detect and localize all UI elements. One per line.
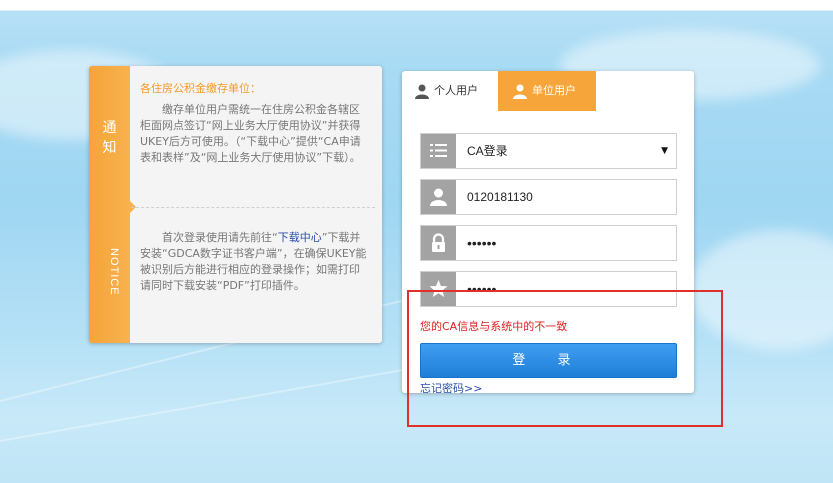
tab-personal-user[interactable]: 个人用户 (410, 71, 498, 111)
notice-divider (131, 207, 375, 208)
user-icon (415, 84, 429, 99)
login-type-value: CA登录 (467, 144, 508, 158)
login-type-select[interactable]: CA登录 ▼ (420, 133, 677, 169)
notice-panel: 通 知 NOTICE 各住房公积金缴存单位： 缴存单位用户需统一在住房公积金各辖… (89, 66, 382, 343)
notice-title: 各住房公积金缴存单位： (140, 82, 261, 95)
chevron-down-icon: ▼ (661, 146, 668, 156)
notice-paragraph-1: 缴存单位用户需统一在住房公积金各辖区柜面网点签订“网上业务大厅使用协议”并获得U… (140, 103, 361, 164)
notice-label-en: NOTICE (108, 248, 120, 296)
download-center-link[interactable]: 下载中心 (278, 231, 322, 244)
user-icon (513, 84, 527, 99)
highlight-box (407, 290, 723, 427)
username-value: 0120181130 (467, 190, 533, 204)
notice-paragraph-2: 首次登录使用请先前往“下载中心”下载并安装“GDCA数字证书客户端”，在确保UK… (140, 230, 368, 294)
username-field[interactable]: 0120181130 (420, 179, 677, 215)
tab-label: 单位用户 (532, 84, 576, 97)
password-value: •••••• (467, 235, 497, 251)
tab-label: 个人用户 (434, 84, 478, 97)
notice-side-bar: 通 知 NOTICE (89, 66, 130, 343)
user-type-tabs: 个人用户 单位用户 (402, 71, 694, 111)
list-icon (421, 134, 456, 168)
lock-icon (421, 226, 456, 260)
password-field[interactable]: •••••• (420, 225, 677, 261)
notice-label: 通 知 (102, 120, 117, 156)
notice-paragraph-2-text: 首次登录使用请先前往“ (162, 231, 278, 244)
tab-unit-user[interactable]: 单位用户 (498, 71, 596, 111)
user-icon (421, 180, 456, 214)
